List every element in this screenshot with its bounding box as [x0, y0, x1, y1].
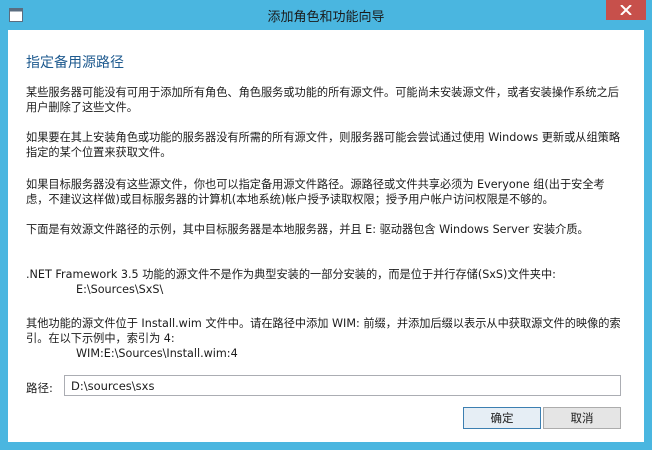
wim-text: 其他功能的源文件位于 Install.wim 文件中。请在路径中添加 WIM: …	[26, 317, 621, 345]
ok-button[interactable]: 确定	[463, 407, 541, 429]
netfx-text: .NET Framework 3.5 功能的源文件不是作为典型安装的一部分安装的…	[26, 268, 556, 281]
cancel-button[interactable]: 取消	[543, 407, 621, 429]
examples-paragraph: 下面是有效源文件路径的示例，其中目标服务器是本地服务器，并且 E: 驱动器包含 …	[26, 223, 589, 236]
alternate-path-paragraph: 如果目标服务器没有这些源文件，你也可以指定备用源文件路径。源路径或文件共享必须为…	[26, 178, 605, 206]
path-label: 路径:	[26, 381, 53, 395]
window-title: 添加角色和功能向导	[267, 10, 385, 25]
netfx-example-path: E:\Sources\SxS\	[76, 283, 164, 296]
path-input[interactable]	[64, 375, 621, 396]
netfx-paragraph: .NET Framework 3.5 功能的源文件不是作为典型安装的一部分安装的…	[26, 267, 626, 297]
intro-paragraph: 某些服务器可能没有可用于添加所有角色、角色服务或功能的所有源文件。可能尚未安装源…	[26, 86, 619, 114]
title-bar: 添加角色和功能向导	[0, 0, 652, 30]
close-button[interactable]	[606, 0, 646, 20]
wizard-window: 添加角色和功能向导 指定备用源路径 某些服务器可能没有可用于添加所有角色、角色服…	[0, 0, 652, 450]
close-icon	[620, 5, 632, 15]
page-title: 指定备用源路径	[26, 55, 124, 71]
update-paragraph: 如果要在其上安装角色或功能的服务器没有所需的所有源文件，则服务器可能会尝试通过使…	[26, 131, 621, 159]
wim-example-path: WIM:E:\Sources\Install.wim:4	[76, 347, 238, 360]
wizard-content: 指定备用源路径 某些服务器可能没有可用于添加所有角色、角色服务或功能的所有源文件…	[8, 30, 644, 442]
wim-paragraph: 其他功能的源文件位于 Install.wim 文件中。请在路径中添加 WIM: …	[26, 316, 626, 361]
